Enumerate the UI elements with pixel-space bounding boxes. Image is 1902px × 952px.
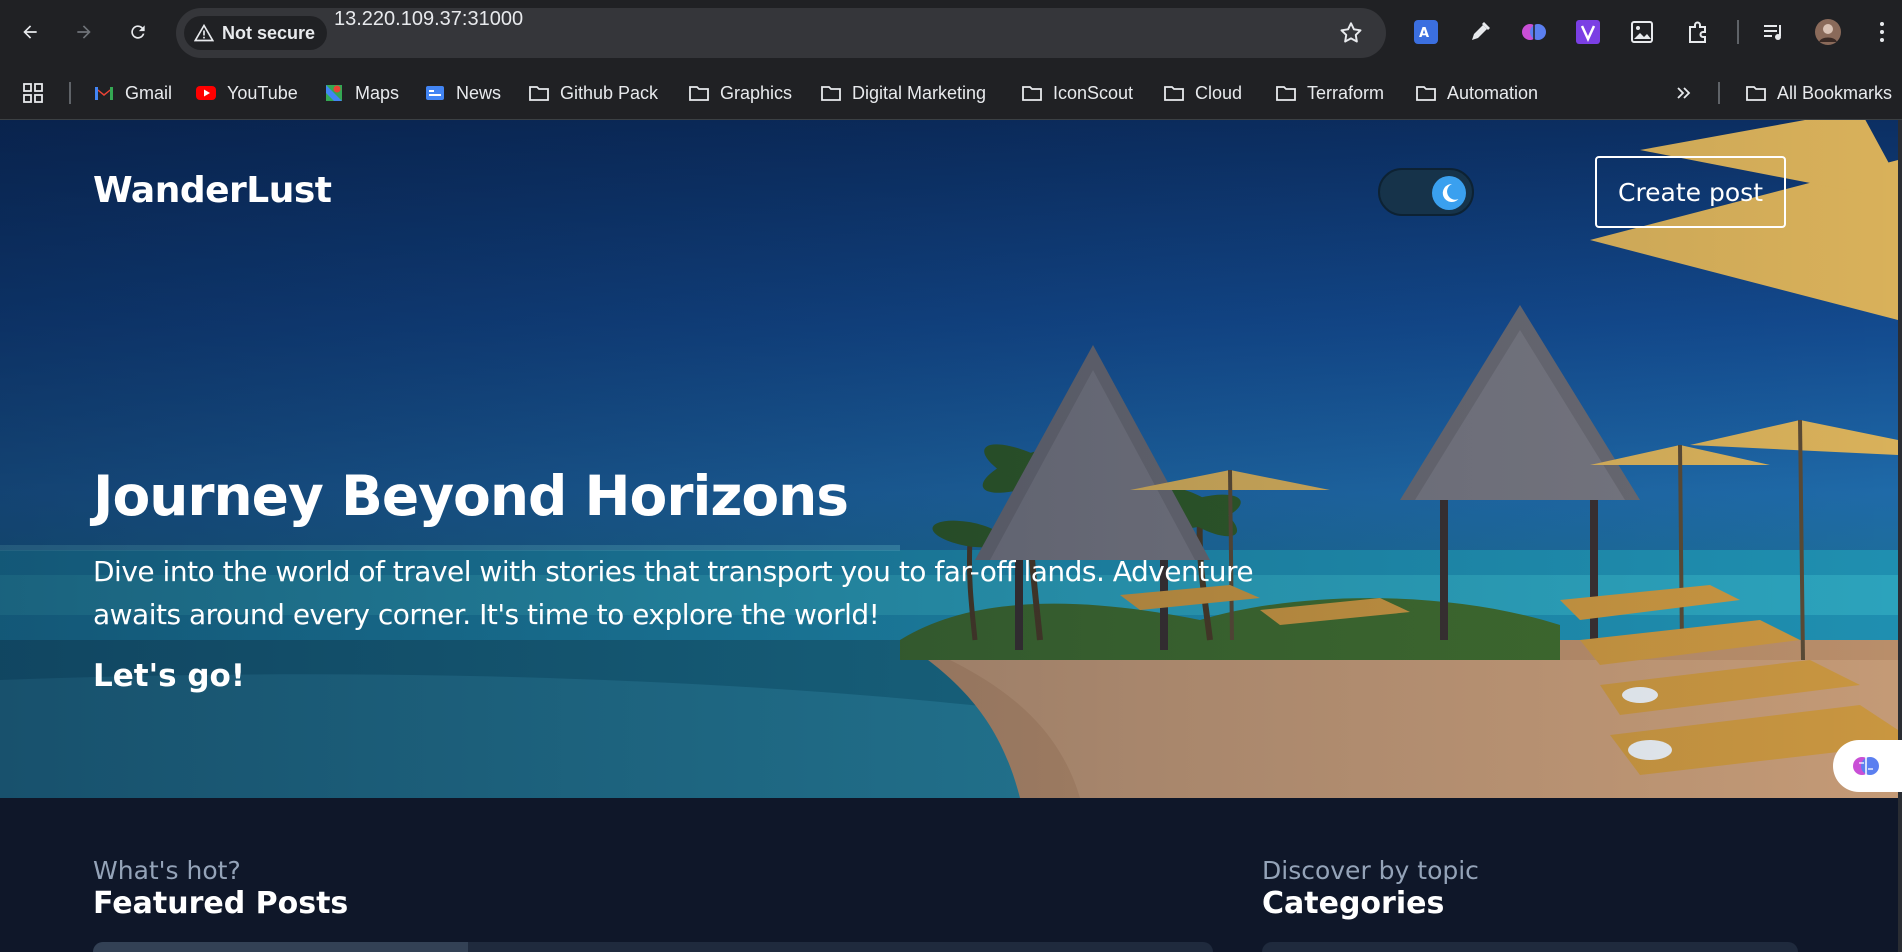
folder-icon	[689, 86, 709, 101]
media-controls-icon[interactable]	[1759, 17, 1789, 47]
toggle-knob	[1432, 176, 1466, 210]
apps-grid-icon[interactable]	[22, 66, 44, 120]
warning-icon	[194, 23, 214, 42]
profile-avatar[interactable]	[1813, 17, 1843, 47]
categories-subtitle: Discover by topic	[1262, 856, 1479, 885]
categories-title: Categories	[1262, 886, 1445, 921]
theme-toggle[interactable]	[1378, 168, 1474, 216]
bookmark-folder-terraform[interactable]: Terraform	[1275, 66, 1384, 120]
bookmark-folder-cloud[interactable]: Cloud	[1163, 66, 1242, 120]
more-bookmarks-chevron-icon[interactable]	[1673, 66, 1695, 120]
extensions-puzzle-icon[interactable]	[1683, 17, 1713, 47]
svg-text:A: A	[1419, 26, 1429, 41]
folder-icon	[1746, 86, 1766, 101]
bookmark-folder-github-pack[interactable]: Github Pack	[528, 66, 658, 120]
bookmarks-divider	[69, 82, 71, 104]
folder-icon	[1416, 86, 1436, 101]
categories-card[interactable]	[1262, 942, 1798, 952]
featured-posts-card[interactable]	[93, 942, 1213, 952]
folder-icon	[1022, 86, 1042, 101]
bookmark-youtube[interactable]: YouTube	[195, 66, 298, 120]
brain-extension-icon[interactable]	[1519, 17, 1549, 47]
browser-toolbar: Not secure 13.220.109.37:31000 A	[0, 0, 1902, 66]
site-logo[interactable]: WanderLust	[93, 170, 332, 211]
bookmark-news[interactable]: News	[424, 66, 501, 120]
page-viewport: WanderLust Create post Journey Beyond Ho…	[0, 120, 1902, 952]
brain-icon	[1853, 757, 1879, 775]
forward-button[interactable]	[66, 14, 102, 50]
toolbar-divider	[1737, 20, 1739, 44]
all-bookmarks-folder[interactable]: All Bookmarks	[1745, 66, 1892, 120]
page-scrollbar[interactable]	[1898, 120, 1902, 952]
folder-icon	[821, 86, 841, 101]
featured-title: Featured Posts	[93, 886, 349, 921]
back-arrow-icon	[23, 25, 37, 39]
bookmarks-divider	[1718, 82, 1720, 104]
hero-banner: WanderLust Create post Journey Beyond Ho…	[0, 120, 1898, 798]
folder-icon	[1276, 86, 1296, 101]
floating-assistant-button[interactable]	[1833, 740, 1902, 792]
image-extension-icon[interactable]	[1627, 17, 1657, 47]
back-button[interactable]	[12, 14, 48, 50]
hero-description: Dive into the world of travel with stori…	[93, 555, 1254, 631]
folder-icon	[1164, 86, 1184, 101]
folder-icon	[529, 86, 549, 101]
featured-subtitle: What's hot?	[93, 856, 241, 885]
gmail-icon	[95, 87, 113, 100]
reload-icon	[131, 25, 145, 39]
youtube-icon	[196, 86, 216, 100]
hero-title: Journey Beyond Horizons	[93, 464, 849, 528]
lets-go-link[interactable]: Let's go!	[93, 658, 245, 694]
moon-icon	[1442, 183, 1459, 202]
bookmark-folder-graphics[interactable]: Graphics	[688, 66, 792, 120]
reload-button[interactable]	[120, 14, 156, 50]
color-picker-extension-icon[interactable]	[1465, 17, 1495, 47]
bookmark-star-icon[interactable]	[1338, 20, 1364, 46]
maps-icon	[326, 85, 342, 101]
bookmark-folder-iconscout[interactable]: IconScout	[1021, 66, 1133, 120]
bookmark-gmail[interactable]: Gmail	[93, 66, 172, 120]
security-indicator[interactable]: Not secure	[184, 16, 328, 50]
url-text[interactable]: 13.220.109.37:31000	[334, 8, 523, 58]
forward-arrow-icon	[77, 25, 91, 39]
bookmark-folder-automation[interactable]: Automation	[1415, 66, 1538, 120]
v-extension-icon[interactable]	[1573, 17, 1603, 47]
address-bar[interactable]: Not secure 13.220.109.37:31000	[176, 8, 1386, 58]
browser-menu-icon[interactable]	[1867, 17, 1897, 47]
bookmarks-bar: Gmail YouTube Maps News Github Pack Grap…	[0, 66, 1902, 120]
bookmark-maps[interactable]: Maps	[323, 66, 399, 120]
create-post-button[interactable]: Create post	[1595, 156, 1786, 228]
bookmark-folder-digital-marketing[interactable]: Digital Marketing	[820, 66, 986, 120]
news-icon	[426, 86, 444, 100]
featured-post-tab[interactable]	[93, 942, 468, 952]
translate-extension-icon[interactable]: A	[1411, 17, 1441, 47]
security-label: Not secure	[222, 22, 316, 43]
